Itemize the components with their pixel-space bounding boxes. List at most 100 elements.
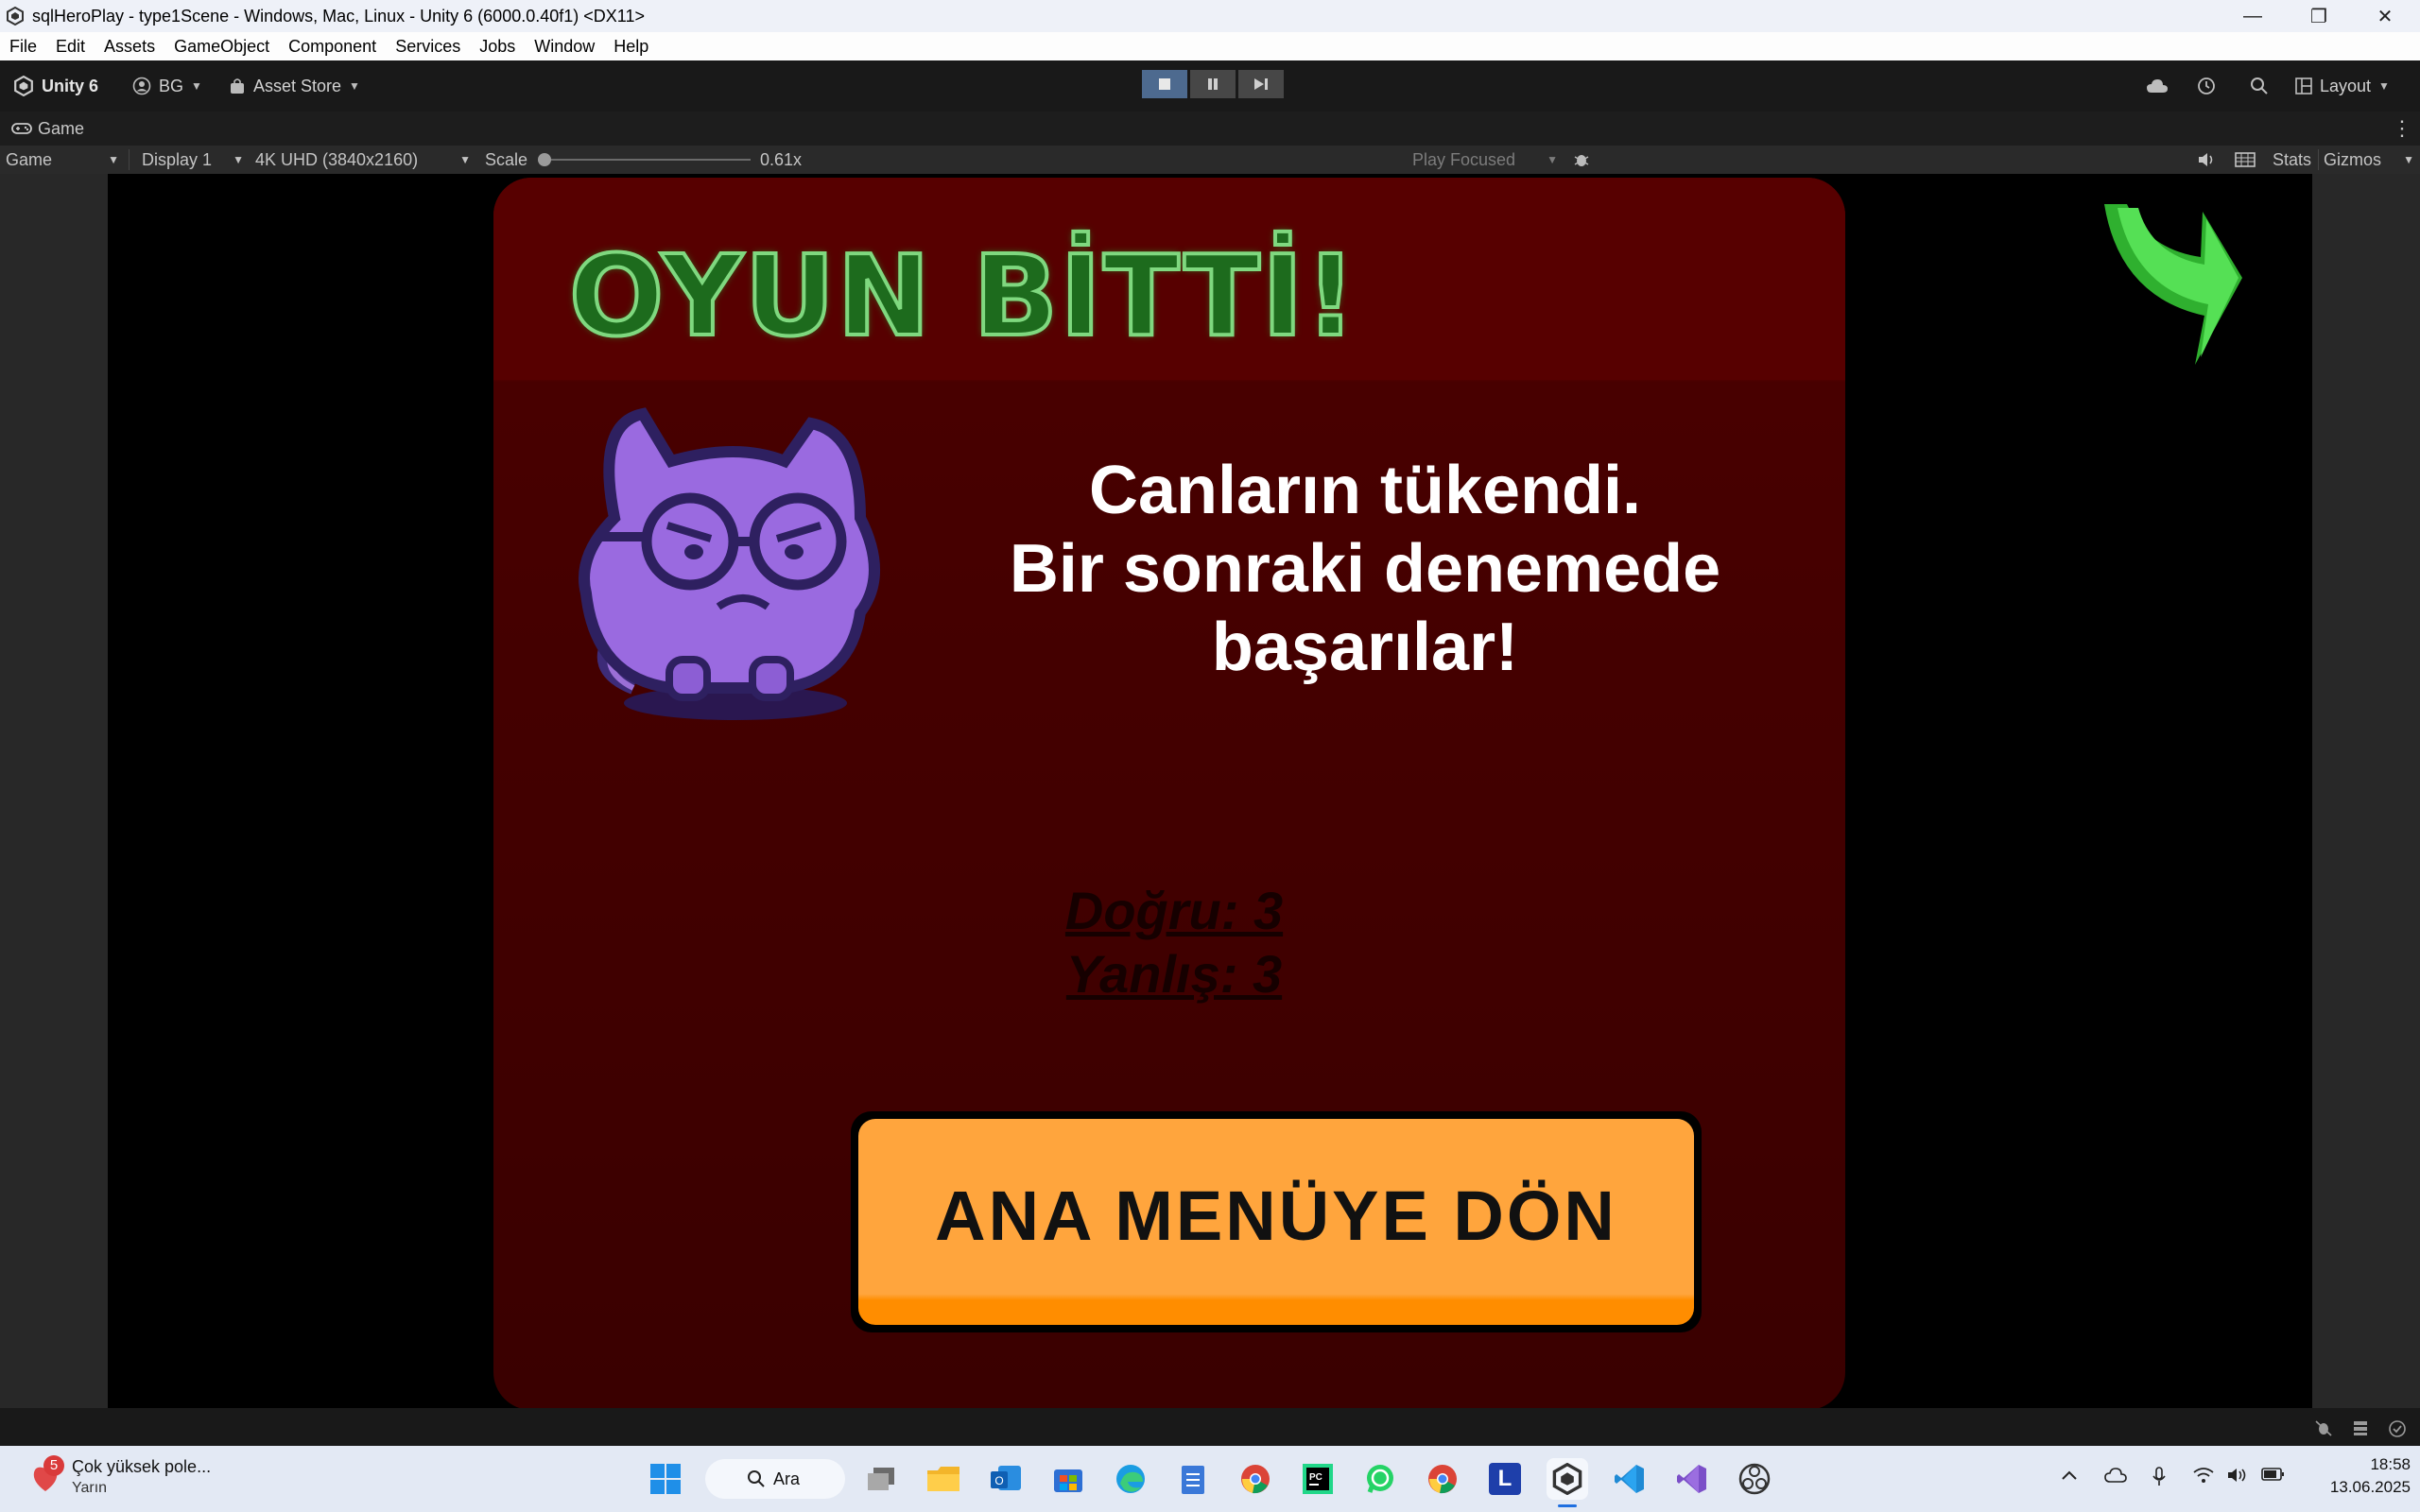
check-circle-icon[interactable] [2388, 1419, 2407, 1438]
menu-assets[interactable]: Assets [95, 32, 164, 60]
message-line: Canların tükendi. [1088, 453, 1642, 528]
chevron-down-icon: ▼ [2403, 153, 2414, 166]
weather-title[interactable]: Çok yüksek pole... [72, 1457, 211, 1477]
debug-button[interactable] [1569, 149, 1594, 170]
menu-gameobject[interactable]: GameObject [164, 32, 279, 60]
history-icon [2198, 77, 2215, 94]
separator [2318, 149, 2319, 170]
correct-count: Doğru: 3 [1064, 881, 1284, 940]
task-view-button[interactable] [860, 1458, 902, 1500]
chevron-down-icon: ▼ [349, 79, 360, 93]
display-dropdown[interactable]: Display 1 ▼ [142, 146, 246, 174]
edge-button[interactable] [1110, 1458, 1151, 1500]
main-menu-button[interactable]: ANA MENÜYE DÖN [851, 1111, 1702, 1332]
mute-audio-button[interactable] [2197, 150, 2218, 174]
taskbar-search-box[interactable]: Ara [705, 1459, 845, 1499]
microphone-button[interactable] [2152, 1467, 2167, 1492]
gizmos-label: Gizmos [2324, 150, 2382, 169]
message-line: Bir sonraki denemede [1009, 531, 1721, 607]
start-button[interactable] [645, 1458, 686, 1500]
visual-studio-button[interactable] [1671, 1458, 1713, 1500]
menu-jobs[interactable]: Jobs [470, 32, 525, 60]
tab-game[interactable]: Game [11, 117, 84, 140]
search-button[interactable] [2250, 72, 2269, 100]
unity-logo-icon [7, 7, 24, 26]
sad-cat-mascot-icon [579, 407, 880, 720]
file-explorer-button[interactable] [923, 1458, 964, 1500]
scale-slider-thumb[interactable] [538, 153, 551, 166]
bug-status-icon[interactable] [2314, 1419, 2333, 1436]
microsoft-store-button[interactable] [1047, 1458, 1089, 1500]
game-over-message: Canların tükendi. Bir sonraki denemede b… [940, 452, 1790, 687]
onedrive-button[interactable] [2104, 1467, 2129, 1488]
pause-icon [1208, 78, 1218, 90]
chrome-icon [1428, 1465, 1457, 1494]
main-menu-button-label: ANA MENÜYE DÖN [935, 1176, 1617, 1255]
chrome-profile-button[interactable] [1235, 1458, 1276, 1500]
speaker-icon [2199, 153, 2213, 166]
l-app-button[interactable]: L [1484, 1458, 1526, 1500]
close-button[interactable]: ✕ [2352, 0, 2418, 32]
history-button[interactable] [2197, 72, 2216, 100]
chrome-icon [1241, 1465, 1270, 1494]
game-over-panel: OYUN BİTTİ! Canların tükendi. Bir sonrak… [493, 178, 1845, 1408]
pause-button[interactable] [1190, 70, 1236, 98]
outlook-button[interactable]: O [985, 1458, 1027, 1500]
menu-help[interactable]: Help [604, 32, 658, 60]
battery-button[interactable] [2261, 1467, 2286, 1486]
restore-button[interactable]: ❐ [2286, 0, 2352, 32]
pycharm-button[interactable]: PC [1297, 1458, 1339, 1500]
menu-edit[interactable]: Edit [46, 32, 95, 60]
account-icon [132, 77, 151, 95]
gamepad-icon [11, 123, 32, 134]
resolution-dropdown[interactable]: 4K UHD (3840x2160) ▼ [255, 146, 473, 174]
cloud-button[interactable] [2146, 72, 2169, 100]
menu-services[interactable]: Services [386, 32, 470, 60]
layout-label: Layout [2320, 76, 2372, 95]
unity-6-button[interactable]: Unity 6 [13, 72, 98, 100]
more-options-icon[interactable]: ⋮ [2392, 116, 2412, 141]
whatsapp-button[interactable] [1359, 1458, 1401, 1500]
speaker-icon [2228, 1469, 2246, 1482]
asset-store-dropdown[interactable]: Asset Store ▼ [229, 72, 360, 100]
scale-slider-track[interactable] [544, 159, 751, 161]
gizmos-dropdown[interactable]: Gizmos ▼ [2324, 146, 2414, 174]
clock-time[interactable]: 18:58 [2297, 1455, 2411, 1474]
menu-file[interactable]: File [0, 32, 46, 60]
vscode-button[interactable] [1609, 1458, 1651, 1500]
layers-icon[interactable] [2352, 1419, 2371, 1436]
svg-text:O: O [994, 1474, 1003, 1487]
keyboard-icon [2235, 152, 2256, 167]
notification-badge: 5 [43, 1455, 64, 1476]
windows-taskbar: 5 Çok yüksek pole... Yarın Ara O PC L 18… [0, 1446, 2420, 1512]
stats-button[interactable]: Stats [2273, 146, 2311, 174]
minimize-button[interactable]: — [2220, 0, 2286, 32]
weather-widget-icon[interactable]: 5 [28, 1455, 66, 1499]
game-viewport[interactable]: OYUN BİTTİ! Canların tükendi. Bir sonrak… [108, 174, 2312, 1408]
play-focused-dropdown[interactable]: Play Focused ▼ [1412, 146, 1560, 174]
layout-dropdown[interactable]: Layout ▼ [2295, 72, 2390, 100]
wifi-button[interactable] [2193, 1467, 2214, 1488]
menu-component[interactable]: Component [279, 32, 386, 60]
grid-button[interactable] [2235, 150, 2256, 174]
editor-tab-row: Game ⋮ [0, 112, 2420, 146]
notepad-icon [1182, 1466, 1204, 1494]
notepad-button[interactable] [1172, 1458, 1214, 1500]
unity-toolbar: Unity 6 BG ▼ Asset Store ▼ Layout ▼ [0, 60, 2420, 112]
volume-button[interactable] [2227, 1467, 2248, 1488]
show-hidden-icons-button[interactable] [2061, 1467, 2078, 1486]
unity-hub-button[interactable] [1547, 1458, 1588, 1507]
task-view-icon [868, 1468, 894, 1490]
chrome-button[interactable] [1422, 1458, 1463, 1500]
menu-window[interactable]: Window [525, 32, 604, 60]
clock-date[interactable]: 13.06.2025 [2297, 1478, 2411, 1497]
step-button[interactable] [1238, 70, 1284, 98]
obs-button[interactable] [1734, 1458, 1775, 1500]
play-stop-button[interactable] [1142, 70, 1187, 98]
account-dropdown[interactable]: BG ▼ [132, 72, 202, 100]
main-menu-button-face[interactable]: ANA MENÜYE DÖN [858, 1119, 1694, 1325]
green-arrow-icon[interactable] [2100, 202, 2242, 369]
chevron-up-icon [2062, 1470, 2077, 1480]
view-mode-dropdown[interactable]: Game ▼ [6, 146, 123, 174]
cloud-icon [2104, 1468, 2127, 1483]
